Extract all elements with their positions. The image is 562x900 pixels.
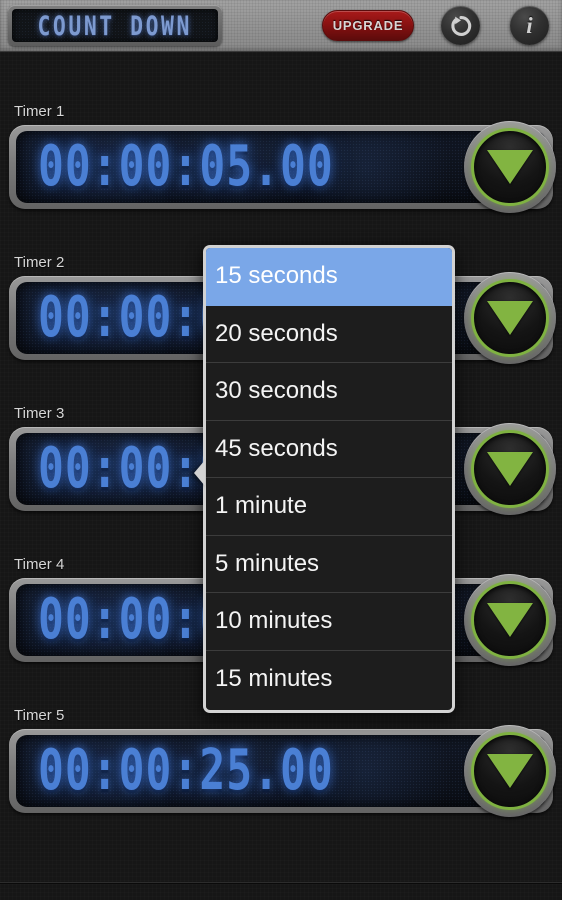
- countdown-timer-app: COUNT DOWN UPGRADE i Timer 1 00:00:05.00: [0, 0, 562, 900]
- upgrade-button[interactable]: UPGRADE: [322, 10, 414, 41]
- timer-label: Timer 2: [14, 254, 65, 271]
- knob-ring: [471, 581, 549, 659]
- timer-label: Timer 3: [14, 405, 65, 422]
- knob-ring: [471, 128, 549, 206]
- chevron-down-triangle-icon: [487, 301, 533, 335]
- logo-screen: COUNT DOWN: [12, 9, 218, 42]
- timer-label: Timer 5: [14, 707, 65, 724]
- timer-label: Timer 4: [14, 556, 65, 573]
- timer-value: 00:00:25.00: [38, 738, 334, 804]
- timer-value: 00:00:05.00: [38, 134, 334, 200]
- timer-preset-dropdown-button[interactable]: [464, 725, 556, 817]
- knob-ring: [471, 279, 549, 357]
- knob-ring: [471, 732, 549, 810]
- chevron-down-triangle-icon: [487, 452, 533, 486]
- app-header: COUNT DOWN UPGRADE i: [0, 0, 562, 52]
- app-logo: COUNT DOWN: [8, 5, 222, 46]
- dropdown-item-1-minute[interactable]: 1 minute: [206, 478, 452, 536]
- chevron-down-triangle-icon: [487, 754, 533, 788]
- timer-preset-dropdown-button[interactable]: [464, 574, 556, 666]
- chevron-down-triangle-icon: [487, 603, 533, 637]
- bottom-divider: [0, 882, 562, 883]
- preset-dropdown-menu[interactable]: 15 seconds 20 seconds 30 seconds 45 seco…: [194, 245, 455, 713]
- reset-button[interactable]: [441, 6, 480, 45]
- timer-preset-dropdown-button[interactable]: [464, 121, 556, 213]
- dropdown-item-15-seconds[interactable]: 15 seconds: [206, 248, 452, 306]
- dropdown-item-10-minutes[interactable]: 10 minutes: [206, 593, 452, 651]
- timer-label: Timer 1: [14, 103, 65, 120]
- reset-circular-arrow-icon: [449, 14, 473, 38]
- dropdown-item-30-seconds[interactable]: 30 seconds: [206, 363, 452, 421]
- timer-frame: 00:00:25.00: [9, 725, 556, 817]
- dropdown-item-45-seconds[interactable]: 45 seconds: [206, 420, 452, 478]
- upgrade-button-label: UPGRADE: [332, 18, 404, 33]
- info-button[interactable]: i: [510, 6, 549, 45]
- dropdown-list: 15 seconds 20 seconds 30 seconds 45 seco…: [206, 248, 452, 710]
- dropdown-caret-icon: [194, 460, 205, 486]
- dropdown-item-5-minutes[interactable]: 5 minutes: [206, 535, 452, 593]
- timer-preset-dropdown-button[interactable]: [464, 423, 556, 515]
- timer-frame: 00:00:05.00: [9, 121, 556, 213]
- dropdown-item-20-seconds[interactable]: 20 seconds: [206, 305, 452, 363]
- dropdown-item-15-minutes[interactable]: 15 minutes: [206, 650, 452, 708]
- app-title: COUNT DOWN: [37, 10, 193, 41]
- info-icon: i: [526, 13, 533, 38]
- knob-ring: [471, 430, 549, 508]
- timer-preset-dropdown-button[interactable]: [464, 272, 556, 364]
- chevron-down-triangle-icon: [487, 150, 533, 184]
